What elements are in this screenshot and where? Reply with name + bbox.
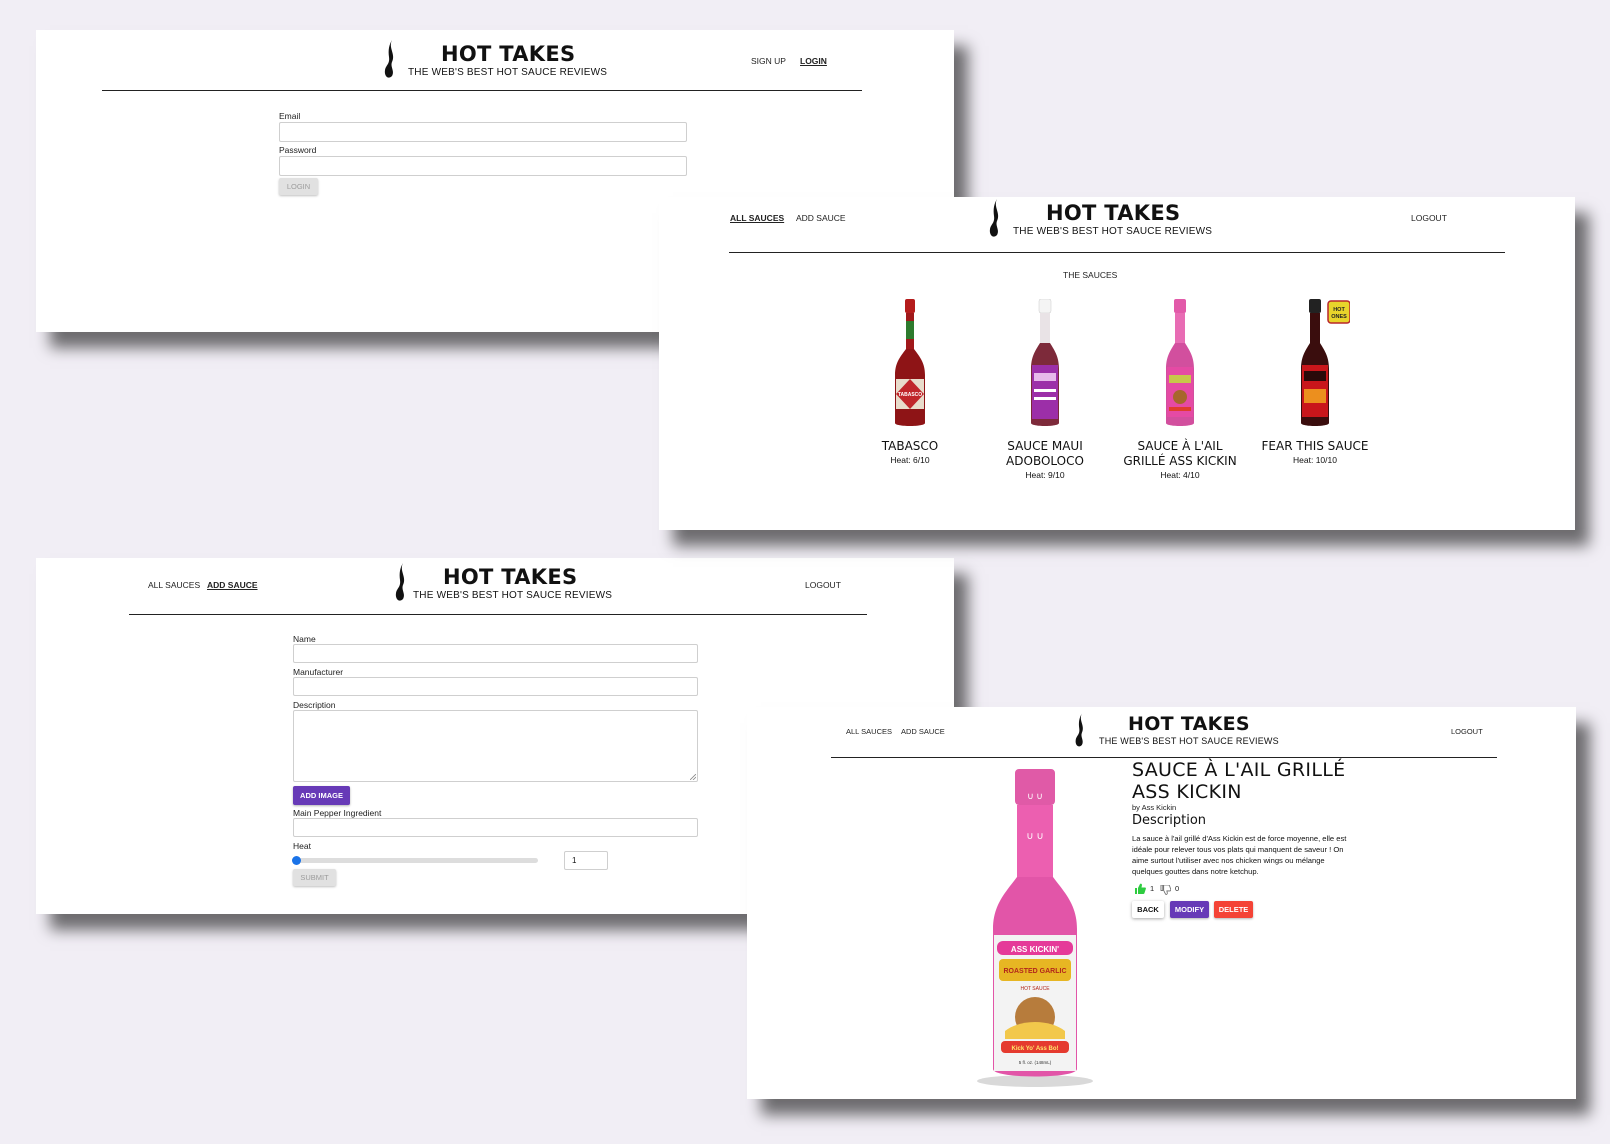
- nav-all-sauces[interactable]: ALL SAUCES: [730, 213, 784, 223]
- heat-label: Heat: [293, 841, 311, 851]
- sauce-detail-manufacturer: by Ass Kickin: [1132, 803, 1177, 812]
- manufacturer-label: Manufacturer: [293, 667, 344, 677]
- label-sub-text: HOT SAUCE: [1020, 986, 1050, 992]
- back-button[interactable]: BACK: [1132, 901, 1164, 918]
- sauce-image: HOT ONES: [1301, 299, 1350, 426]
- header-divider: [729, 252, 1505, 253]
- sauce-heat: Heat: 4/10: [1160, 470, 1200, 480]
- sauce-detail-page-panel: ALL SAUCES ADD SAUCE HOT TAKES THE WEB'S…: [747, 707, 1576, 1099]
- flame-logo-icon: [395, 563, 405, 601]
- site-title: HOT TAKES: [1046, 201, 1181, 225]
- description-label: Description: [293, 700, 336, 710]
- thumbs-down-icon[interactable]: [1160, 885, 1171, 895]
- pepper-label: Main Pepper Ingredient: [293, 808, 382, 818]
- sauces-page-panel: ALL SAUCES ADD SAUCE HOT TAKES THE WEB'S…: [659, 197, 1575, 530]
- flame-logo-icon: [1075, 713, 1083, 747]
- sauce-heat: Heat: 10/10: [1293, 455, 1337, 465]
- delete-button[interactable]: DELETE: [1214, 901, 1253, 918]
- svg-text:∪ ∪: ∪ ∪: [1026, 831, 1043, 842]
- nav-login[interactable]: LOGIN: [800, 56, 827, 66]
- description-line: aime surtout l'utiliser avec nos chicken…: [1132, 856, 1325, 865]
- heat-slider-track: [293, 858, 538, 863]
- sauce-card[interactable]: TABASCO TABASCO Heat: 6/10: [845, 299, 975, 465]
- flame-logo-icon: [384, 40, 394, 78]
- add-image-button[interactable]: ADD IMAGE: [293, 786, 350, 805]
- site-title: HOT TAKES: [443, 565, 578, 589]
- sauce-image: [1166, 299, 1194, 426]
- description-line: La sauce à l'ail grillé d'Ass Kickin est…: [1132, 834, 1347, 843]
- flame-logo-icon: [989, 199, 999, 237]
- password-label: Password: [279, 145, 317, 155]
- description-line: idéale pour relever tous vos plats qui m…: [1132, 845, 1344, 854]
- sauce-card[interactable]: SAUCE À L'AIL GRILLÉ ASS KICKIN Heat: 4/…: [1115, 299, 1245, 480]
- site-title: HOT TAKES: [1128, 713, 1250, 735]
- nav-signup[interactable]: SIGN UP: [751, 56, 786, 66]
- description-text: La sauce à l'ail grillé d'Ass Kickin est…: [1132, 833, 1346, 877]
- nav-logout[interactable]: LOGOUT: [805, 580, 841, 590]
- sauce-image: [1031, 299, 1059, 426]
- dislikes-count: 0: [1175, 884, 1180, 893]
- thumbs-up-icon[interactable]: [1134, 883, 1146, 894]
- resize-handle-icon[interactable]: [690, 774, 696, 780]
- name-input[interactable]: [293, 644, 698, 663]
- site-tagline: THE WEB'S BEST HOT SAUCE REVIEWS: [1013, 226, 1213, 237]
- description-heading: Description: [1132, 813, 1207, 828]
- svg-text:ONES: ONES: [1331, 314, 1347, 320]
- header-divider: [102, 90, 862, 91]
- name-label: Name: [293, 634, 316, 644]
- submit-button[interactable]: SUBMIT: [293, 869, 336, 886]
- label-slogan-text: Kick Yo' Ass Bo!: [1012, 1046, 1059, 1052]
- description-textarea[interactable]: [293, 710, 698, 782]
- sauce-name: FEAR THIS SAUCE: [1261, 439, 1369, 453]
- sauce-card[interactable]: SAUCE MAUI ADOBOLOCO Heat: 9/10: [980, 299, 1110, 480]
- sauce-name: SAUCE MAUI ADOBOLOCO: [1006, 439, 1084, 468]
- modify-button[interactable]: MODIFY: [1170, 901, 1209, 918]
- header-divider: [129, 614, 867, 615]
- likes-count: 1: [1150, 884, 1155, 893]
- sauce-detail-image: ∪ ∪ ∪ ∪ ASS KICKIN' ROASTED GARLIC HOT S…: [977, 769, 1093, 1087]
- heat-slider-thumb[interactable]: [292, 856, 301, 865]
- sauce-name: TABASCO: [881, 439, 939, 453]
- sauce-name: SAUCE À L'AIL GRILLÉ ASS KICKIN: [1123, 439, 1237, 468]
- sauce-heat: Heat: 9/10: [1025, 470, 1065, 480]
- nav-all-sauces[interactable]: ALL SAUCES: [148, 580, 200, 590]
- site-tagline: THE WEB'S BEST HOT SAUCE REVIEWS: [413, 590, 613, 601]
- nav-logout[interactable]: LOGOUT: [1451, 727, 1483, 736]
- sauce-heat: Heat: 6/10: [890, 455, 930, 465]
- sauce-image: TABASCO: [895, 299, 925, 426]
- password-input[interactable]: [279, 156, 687, 176]
- nav-add-sauce[interactable]: ADD SAUCE: [901, 727, 945, 736]
- login-button[interactable]: LOGIN: [279, 178, 318, 195]
- sauces-heading: THE SAUCES: [1063, 270, 1118, 280]
- pepper-input[interactable]: [293, 818, 698, 837]
- manufacturer-input[interactable]: [293, 677, 698, 696]
- hot-ones-badge: HOT: [1333, 307, 1345, 313]
- svg-text:∪ ∪: ∪ ∪: [1027, 791, 1043, 801]
- nav-add-sauce[interactable]: ADD SAUCE: [796, 213, 846, 223]
- sauce-detail-title-line2: ASS KICKIN: [1132, 781, 1242, 803]
- label-product-text: ROASTED GARLIC: [1004, 968, 1067, 975]
- nav-logout[interactable]: LOGOUT: [1411, 213, 1447, 223]
- heat-number-input[interactable]: 1: [564, 851, 608, 870]
- svg-text:TABASCO: TABASCO: [898, 392, 922, 398]
- heat-slider[interactable]: [292, 856, 538, 865]
- site-tagline: THE WEB'S BEST HOT SAUCE REVIEWS: [408, 67, 608, 78]
- sauce-card[interactable]: HOT ONES FEAR THIS SAUCE Heat: 10/10: [1250, 299, 1380, 465]
- label-brand-text: ASS KICKIN': [1011, 945, 1059, 954]
- nav-add-sauce[interactable]: ADD SAUCE: [207, 580, 258, 590]
- nav-all-sauces[interactable]: ALL SAUCES: [846, 727, 892, 736]
- site-tagline: THE WEB'S BEST HOT SAUCE REVIEWS: [1099, 736, 1279, 746]
- email-label: Email: [279, 111, 301, 121]
- email-input[interactable]: [279, 122, 687, 142]
- label-volume-text: 5 fl. oz. (148mL): [1019, 1060, 1052, 1065]
- header-divider: [831, 757, 1497, 758]
- site-title: HOT TAKES: [441, 42, 576, 66]
- description-line: quelques gouttes dans notre ketchup.: [1132, 867, 1259, 876]
- sauce-detail-title-line1: SAUCE À L'AIL GRILLÉ: [1132, 759, 1346, 781]
